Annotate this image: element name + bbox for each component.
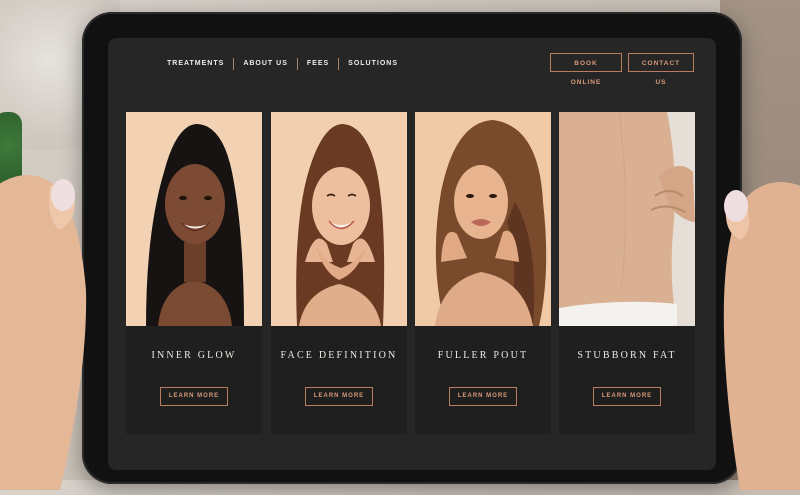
learn-more-button[interactable]: LEARN MORE — [449, 387, 517, 406]
card-image-inner-glow — [126, 112, 262, 326]
nav-links: TREATMENTS ABOUT US FEES SOLUTIONS — [158, 58, 407, 70]
card-image-fuller-pout — [415, 112, 551, 326]
learn-more-button[interactable]: LEARN MORE — [593, 387, 661, 406]
nav-link-fees[interactable]: FEES — [298, 58, 338, 70]
nav-link-treatments[interactable]: TREATMENTS — [158, 58, 233, 70]
treatment-card-stubborn-fat[interactable]: STUBBORN FAT LEARN MORE — [559, 112, 695, 434]
nav-link-solutions[interactable]: SOLUTIONS — [339, 58, 407, 70]
nav-link-about-us[interactable]: ABOUT US — [234, 58, 297, 70]
card-image-face-definition — [271, 112, 407, 326]
card-image-stubborn-fat — [559, 112, 695, 326]
learn-more-button[interactable]: LEARN MORE — [305, 387, 373, 406]
card-title: INNER GLOW — [151, 350, 237, 361]
treatment-card-face-definition[interactable]: FACE DEFINITION LEARN MORE — [271, 112, 407, 434]
card-title: FULLER POUT — [437, 350, 529, 361]
left-hand — [0, 150, 110, 490]
top-navigation: TREATMENTS ABOUT US FEES SOLUTIONS BOOK … — [108, 38, 716, 94]
contact-us-button[interactable]: CONTACT US — [628, 53, 694, 86]
treatment-card-inner-glow[interactable]: INNER GLOW LEARN MORE — [126, 112, 262, 434]
book-online-button[interactable]: BOOK ONLINE — [550, 53, 622, 86]
treatment-card-fuller-pout[interactable]: FULLER POUT LEARN MORE — [415, 112, 551, 434]
card-title: STUBBORN FAT — [577, 350, 677, 361]
card-title: FACE DEFINITION — [280, 350, 398, 361]
tablet-screen: TREATMENTS ABOUT US FEES SOLUTIONS BOOK … — [108, 38, 716, 470]
tablet-device: TREATMENTS ABOUT US FEES SOLUTIONS BOOK … — [82, 12, 742, 484]
learn-more-button[interactable]: LEARN MORE — [160, 387, 228, 406]
treatment-cards: INNER GLOW LEARN MORE FACE DEFINITION LE… — [126, 112, 700, 434]
right-hand — [700, 160, 800, 490]
